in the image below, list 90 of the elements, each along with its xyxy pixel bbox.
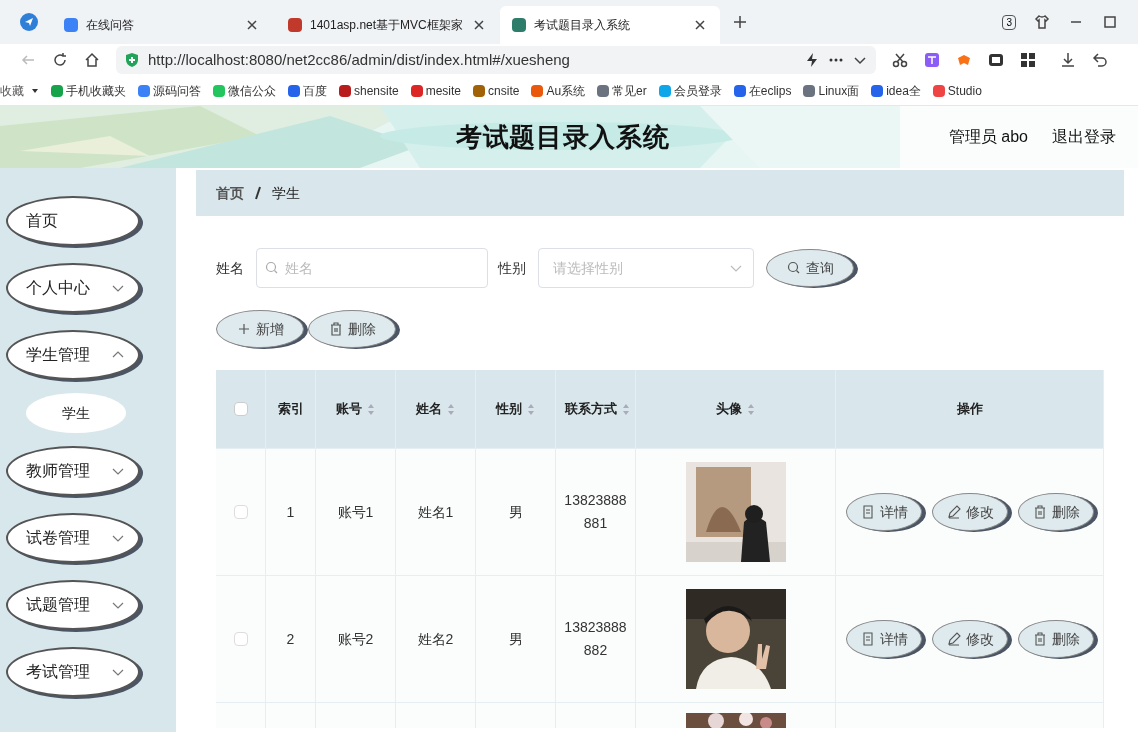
bookmark[interactable]: idea全 [871,81,921,100]
breadcrumb-item: 学生 [272,183,300,203]
edit-button[interactable]: 修改 [931,620,1008,658]
bookmark[interactable]: 微信公众 [213,81,276,100]
scissors-icon[interactable] [892,52,908,68]
column-header[interactable]: 性别 [495,399,522,419]
sidebar-item[interactable]: 个人中心 [6,263,140,313]
search-icon [264,260,280,276]
column-header[interactable]: 联系方式 [560,399,621,419]
tab-title: 考试题目录入系统 [534,17,631,34]
column-header[interactable]: 账号 [335,399,362,419]
table-cell-text: 账号1 [337,502,374,522]
bookmark[interactable]: mesite [410,81,462,100]
column-header: 操作 [956,400,983,419]
sidebar-item[interactable]: 试题管理 [6,580,140,630]
detail-button[interactable]: 详情 [845,620,922,658]
apps-grid-icon[interactable] [1020,52,1036,68]
column-header: 索引 [277,400,304,419]
sidebar-item[interactable]: 考试管理 [6,647,140,697]
bookmark[interactable]: 源码问答 [138,81,201,100]
user-label: 管理员 abo [948,127,1028,147]
delete-button[interactable]: 删除 [1017,493,1094,531]
home-icon[interactable] [84,52,100,68]
search-icon [786,260,802,276]
maximize-icon[interactable] [1102,14,1118,30]
pencil-icon [945,631,962,647]
tab-count-badge[interactable]: 3 [1002,14,1016,30]
pencil-icon [945,504,962,520]
bookmark[interactable]: 会员登录 [658,81,722,100]
table-cell-text: 姓名1 [417,502,454,522]
table-cell-text: 男 [508,502,523,522]
table-cell-text: 账号2 [337,629,374,649]
address-bar[interactable]: http://localhost:8080/net2cc86/admin/dist/index.html#/xuesheng [116,46,876,74]
table-cell-text: 13823888881 [563,491,628,533]
column-header[interactable]: 头像 [715,399,742,419]
bookmark[interactable]: cnsite [473,81,520,100]
delete-button[interactable]: 删除 [1017,620,1094,658]
table-cell-text: 2 [286,629,295,649]
field-label: 性别 [498,258,526,278]
sidebar-item[interactable]: 首页 [6,196,140,246]
url-text: http://localhost:8080/net2cc86/admin/dist/index.html#/xuesheng [148,49,571,70]
translate-icon[interactable] [924,52,940,68]
logout-link[interactable]: 退出登录 [1052,125,1116,149]
bookmark[interactable]: Au系统 [531,81,586,100]
reload-icon[interactable] [52,52,68,68]
sidebar-item[interactable]: 试卷管理 [6,513,140,563]
bookmark[interactable]: 百度 [288,81,327,100]
browser-tab[interactable]: 考试题目录入系统 [500,6,720,44]
delete-button[interactable]: 删除 [308,310,396,348]
submenu-item[interactable]: 学生 [26,393,126,433]
checkbox[interactable] [233,505,248,519]
plus-icon [236,321,252,337]
lightning-icon [804,52,820,68]
shield-icon [124,52,140,68]
shirt-icon[interactable] [1034,14,1050,30]
table-cell-text: 男 [508,629,523,649]
bookmark[interactable]: 在eclips [733,81,792,100]
download-icon[interactable] [1060,52,1076,68]
edit-button[interactable]: 修改 [931,493,1008,531]
add-button[interactable]: 新增 [216,310,304,348]
navigation-icon [20,13,38,31]
name-search-field[interactable]: 姓名 [256,248,488,288]
slash-icon [254,186,262,200]
checkbox[interactable] [233,402,248,416]
table-cell-text: 1 [286,502,295,522]
gender-select[interactable]: 请选择性别 [538,248,754,288]
checkbox[interactable] [233,632,248,646]
undo-icon[interactable] [1092,52,1108,68]
bookmark[interactable]: Linux面 [803,81,860,100]
bookmark[interactable]: Studio [932,81,982,100]
caret-down-icon [31,86,39,95]
field-label: 姓名 [216,258,244,278]
plus-icon[interactable] [732,14,748,30]
bookmark[interactable]: 收藏 [0,81,39,100]
bookmark[interactable]: 常见er [597,81,647,100]
trash-icon [328,321,344,337]
table-cell-text: 13823888882 [563,618,628,660]
sidebar-item[interactable]: 学生管理 [6,330,140,380]
detail-button[interactable]: 详情 [845,493,922,531]
query-button[interactable]: 查询 [766,249,854,287]
bookmark[interactable]: 手机收藏夹 [51,81,126,100]
breadcrumb-item[interactable]: 首页 [216,182,244,204]
tab-title: 在线问答 [86,17,135,34]
app-title: 考试题目录入系统 [456,120,670,154]
tab-title: 1401asp.net基于MVC框架家 [310,17,463,34]
column-header[interactable]: 姓名 [415,399,442,419]
table-cell-text: 姓名2 [417,629,454,649]
bookmark[interactable]: shensite [339,81,399,100]
sidebar-item[interactable]: 教师管理 [6,446,140,496]
extension-icon[interactable] [988,52,1004,68]
